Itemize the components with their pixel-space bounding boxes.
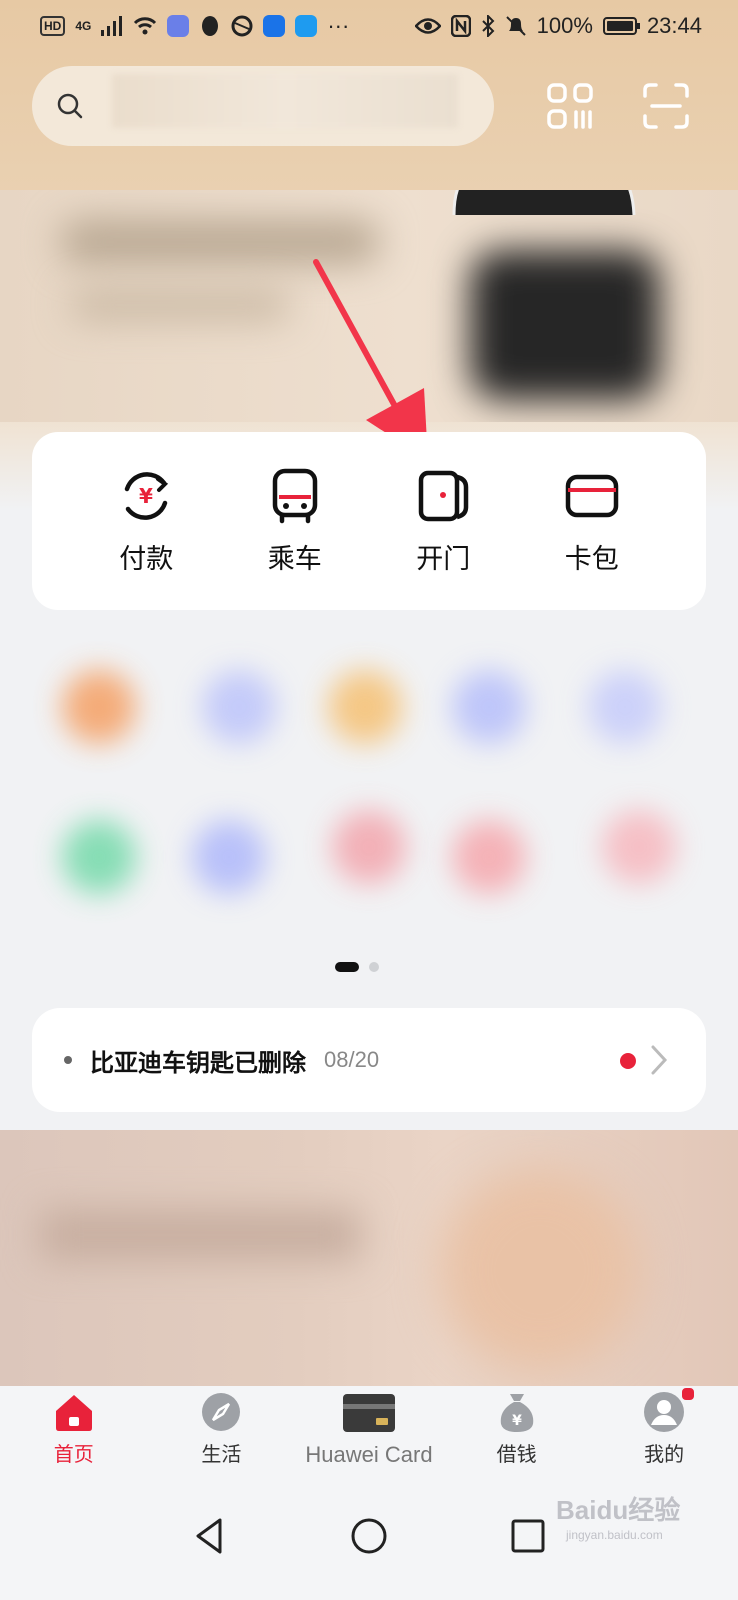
home-icon xyxy=(55,1395,92,1431)
money-bag-icon: ¥ xyxy=(500,1394,533,1432)
status-left: HD 4G ··· xyxy=(40,15,349,37)
search-icon xyxy=(57,93,83,119)
qq-icon xyxy=(202,16,219,36)
maps-app-icon xyxy=(263,15,286,37)
notification-badge xyxy=(680,1386,697,1402)
clock: 23:44 xyxy=(646,13,702,38)
network-type: 4G xyxy=(75,19,92,33)
page-dot xyxy=(369,962,379,972)
quick-action-door[interactable]: 开门 xyxy=(383,467,503,576)
eye-icon xyxy=(414,18,441,34)
status-bar: HD 4G ··· 100% 23:44 xyxy=(0,0,738,52)
tab-life[interactable]: 生活 xyxy=(151,1386,291,1467)
quick-actions-card: ¥ 付款 乘车 开门 卡包 xyxy=(32,432,706,610)
hd-indicator: HD xyxy=(40,16,66,36)
bus-icon xyxy=(272,468,317,523)
signal-icon xyxy=(101,16,123,36)
page-indicator xyxy=(335,962,379,972)
quick-action-label: 乘车 xyxy=(267,543,322,574)
browser-icon xyxy=(231,15,253,37)
qr-code-icon[interactable] xyxy=(546,82,594,130)
compass-icon xyxy=(202,1393,241,1431)
mute-icon xyxy=(505,16,526,36)
unread-dot xyxy=(620,1053,636,1069)
battery-percent: 100% xyxy=(536,13,593,38)
watermark-url: jingyan.baidu.com xyxy=(566,1528,663,1542)
battery-icon xyxy=(602,17,640,35)
huawei-card-icon xyxy=(342,1394,395,1432)
tab-label: 我的 xyxy=(644,1444,685,1466)
bottom-tab-bar: 首页 生活 Huawei Card ¥ 借钱 我的 xyxy=(0,1386,738,1490)
search-bar[interactable] xyxy=(32,66,494,146)
recents-icon[interactable] xyxy=(508,1516,548,1556)
scan-icon[interactable] xyxy=(642,82,690,130)
tab-huawei-card[interactable]: Huawei Card xyxy=(299,1386,439,1468)
notice-card[interactable]: 比亚迪车钥匙已删除 08/20 xyxy=(32,1008,706,1112)
nfc-icon xyxy=(450,15,471,37)
more-notifications: ··· xyxy=(327,13,350,38)
bottom-promo-banner[interactable] xyxy=(0,1130,738,1386)
tab-borrow[interactable]: ¥ 借钱 xyxy=(447,1386,587,1467)
phone-image xyxy=(452,190,636,216)
tab-label: Huawei Card xyxy=(305,1442,433,1467)
tab-label: 借钱 xyxy=(496,1444,537,1466)
back-icon[interactable] xyxy=(190,1516,230,1556)
notice-date: 08/20 xyxy=(324,1047,380,1072)
app-grid[interactable] xyxy=(32,630,706,950)
notice-bullet xyxy=(64,1056,72,1064)
page-dot-active xyxy=(335,962,359,972)
quick-action-label: 卡包 xyxy=(564,543,619,574)
quick-action-pay[interactable]: ¥ 付款 xyxy=(86,467,206,576)
quick-action-label: 付款 xyxy=(119,543,174,574)
watermark-brand: Baidu经验 xyxy=(556,1495,681,1525)
notice-text: 比亚迪车钥匙已删除 xyxy=(90,1049,306,1077)
card-icon xyxy=(565,474,618,517)
svg-text:¥: ¥ xyxy=(512,1413,522,1429)
music-app-icon xyxy=(167,15,190,37)
bluetooth-icon xyxy=(481,15,495,37)
quick-action-bus[interactable]: 乘车 xyxy=(235,467,355,576)
search-placeholder xyxy=(112,74,458,128)
tab-label: 生活 xyxy=(201,1444,242,1466)
pay-icon: ¥ xyxy=(125,471,169,520)
wifi-icon xyxy=(134,17,157,35)
quick-action-card-wallet[interactable]: 卡包 xyxy=(532,467,652,576)
tab-label: 首页 xyxy=(53,1444,94,1466)
home-button-icon[interactable] xyxy=(349,1516,389,1556)
chevron-right-icon xyxy=(651,1045,668,1075)
status-right: 100% 23:44 xyxy=(414,13,702,39)
door-icon xyxy=(419,470,469,521)
weather-app-icon xyxy=(295,15,318,37)
quick-action-label: 开门 xyxy=(416,543,471,574)
svg-text:¥: ¥ xyxy=(139,484,153,508)
tab-mine[interactable]: 我的 xyxy=(594,1386,734,1467)
tab-home[interactable]: 首页 xyxy=(4,1386,144,1467)
